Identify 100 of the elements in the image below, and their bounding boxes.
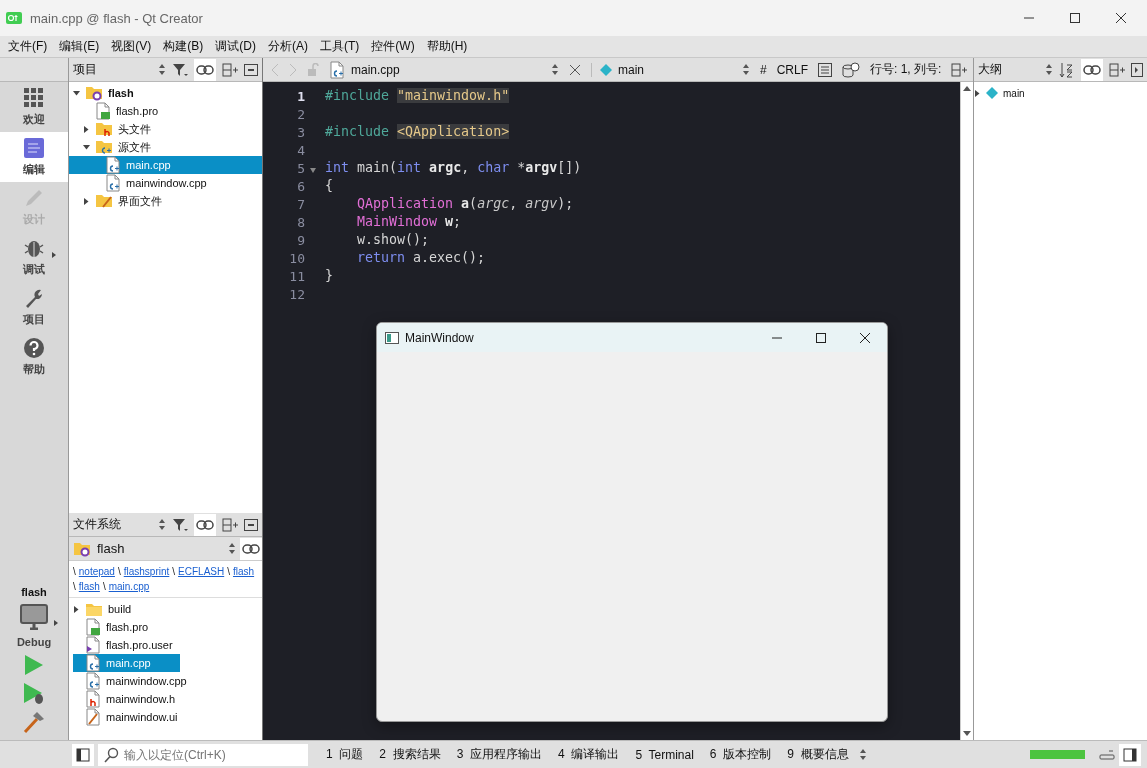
submenu-arrow-icon [54,620,58,626]
menu-item[interactable]: 调试(D) [209,38,262,55]
menu-item[interactable]: 构建(B) [157,38,210,55]
link-icon[interactable] [240,537,262,560]
menu-item[interactable]: 视图(V) [105,38,158,55]
filter-icon[interactable] [172,62,188,77]
menu-item[interactable]: 编辑(E) [53,38,106,55]
mode-button[interactable]: 帮助 [0,332,68,382]
file-item[interactable]: mainwindow.cpp [73,672,189,690]
output-pane-button[interactable]: 1 问题 [320,746,370,763]
tree-item[interactable]: 界面文件 [69,192,262,210]
file-selector[interactable]: main.cpp [329,60,559,79]
debug-run-icon[interactable] [23,682,45,704]
close-panel-icon[interactable] [1131,62,1143,77]
tree-item[interactable]: 源文件 [69,138,262,156]
locator-field[interactable]: 输入以定位(Ctrl+K) [98,743,308,766]
updown-icon [551,63,559,76]
split-icon[interactable] [222,517,238,532]
tree-item[interactable]: flash.pro [69,102,262,120]
output-pane-button[interactable]: 5 Terminal [629,747,700,762]
close-icon[interactable] [859,331,871,344]
expand-arrow-icon[interactable] [83,125,90,133]
header-file-icon [85,690,101,708]
updown-icon [742,63,750,76]
cursor-position[interactable]: 行号: 1, 列号: [870,61,942,78]
tree-item[interactable]: flash [69,84,262,102]
monitor-icon[interactable] [20,604,48,630]
scroll-up-icon[interactable] [963,86,971,91]
form-folder-icon [95,193,113,209]
split-icon[interactable] [222,62,238,77]
menu-item[interactable]: 分析(A) [262,38,314,55]
collapse-arrow-icon[interactable] [73,89,80,97]
toggle-sidebar-icon[interactable] [72,743,94,766]
expand-arrow-icon[interactable] [974,89,981,97]
path-link[interactable]: flashsprint [123,564,170,579]
file-item[interactable]: main.cpp [73,654,180,672]
diamond-icon [986,87,998,99]
link-icon[interactable] [194,513,216,536]
line-number: 4 [297,142,306,158]
pencil-icon [23,187,45,209]
cpp-file-icon [85,654,101,672]
maximize-icon[interactable] [1069,12,1081,24]
path-link[interactable]: main.cpp [108,579,150,594]
split-icon[interactable] [1109,62,1125,77]
grid-icon [23,87,45,109]
line-ending-label[interactable]: CRLF [776,62,809,77]
qt-file-icon [95,102,111,120]
output-pane-button[interactable]: 4 编译输出 [552,746,626,763]
tree-item[interactable]: mainwindow.cpp [69,174,262,192]
mode-button[interactable]: 项目 [0,282,68,332]
split-icon[interactable] [951,62,968,77]
hammer-icon[interactable] [22,710,46,734]
file-item[interactable]: flash.pro.user [73,636,180,654]
code-line: MainWindow w; [356,214,462,229]
mode-button[interactable]: 欢迎 [0,82,68,132]
view-selector[interactable]: 文件系统 [73,516,166,533]
tree-item[interactable]: 头文件 [69,120,262,138]
output-pane-button[interactable]: 3 应用程序输出 [450,746,549,763]
link-icon[interactable] [194,58,216,81]
menu-item[interactable]: 文件(F) [2,38,54,55]
output-pane-button[interactable]: 2 搜索结果 [373,746,447,763]
close-icon[interactable] [1115,12,1127,24]
mode-button[interactable]: 编辑 [0,132,68,182]
file-item[interactable]: build [73,600,180,618]
mode-button[interactable]: 调试 [0,232,68,282]
tree-item[interactable]: main.cpp [69,156,262,174]
file-item[interactable]: mainwindow.h [73,690,180,708]
menu-item[interactable]: 工具(T) [314,38,366,55]
filter-icon[interactable] [172,517,188,532]
path-link[interactable]: flash [233,564,255,579]
toolbar-label[interactable]: # [760,62,767,77]
output-pane-button[interactable]: 9 概要信息 [781,746,855,763]
link-icon[interactable] [1081,58,1103,81]
symbol-selector[interactable]: main [591,62,750,77]
expand-arrow-icon[interactable] [73,605,80,613]
maximize-icon[interactable] [815,331,827,344]
database-icon[interactable] [842,61,861,78]
progress-bar [1030,750,1085,759]
folder-selector[interactable]: flash [73,540,236,557]
line-number: 12 [289,286,306,302]
close-panel-icon[interactable] [244,518,258,531]
updown-icon[interactable] [858,748,867,761]
outline-item[interactable]: main [974,84,1147,102]
path-link[interactable]: notepad [78,564,115,579]
menu-item[interactable]: 帮助(H) [420,38,474,55]
path-link[interactable]: flash [78,579,100,594]
view-selector[interactable]: 项目 [73,61,166,78]
expand-arrow-icon[interactable] [83,197,90,205]
file-item[interactable]: mainwindow.ui [73,708,180,726]
menu-item[interactable]: 控件(W) [365,38,421,55]
file-item[interactable]: flash.pro [73,618,180,636]
scroll-down-icon[interactable] [963,731,971,736]
sort-icon[interactable] [1059,61,1075,78]
document-icon[interactable] [818,62,833,77]
collapse-arrow-icon[interactable] [83,143,90,151]
output-pane-button[interactable]: 6 版本控制 [703,746,778,763]
close-panel-icon[interactable] [244,63,258,76]
view-selector[interactable]: 大纲 [978,61,1053,78]
toggle-sidebar-icon[interactable] [1119,743,1141,766]
path-link[interactable]: ECFLASH [178,564,225,579]
